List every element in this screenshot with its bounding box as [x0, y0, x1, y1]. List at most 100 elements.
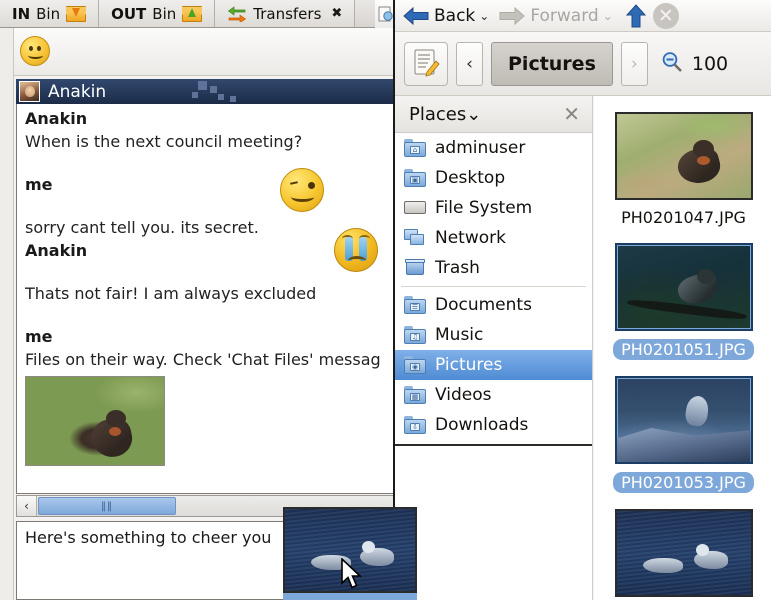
chat-message: me sorry cant tell you. its secret.: [25, 168, 389, 240]
file-list[interactable]: PH0201047.JPG PH0201051.JPG PH0201053.JP…: [594, 96, 771, 600]
drag-target-highlight: [283, 593, 417, 600]
scrollbar-thumb[interactable]: ‖‖: [38, 497, 176, 515]
chat-message: Anakin Thats not fair! I am always exclu…: [25, 228, 389, 306]
file-item[interactable]: [594, 493, 771, 597]
zoom-out-icon[interactable]: [660, 50, 684, 78]
sidebar-item-network[interactable]: Network: [395, 223, 592, 253]
message-text: Thats not fair! I am always excluded: [25, 284, 317, 303]
sidebar-bottom-border: [395, 444, 592, 446]
chat-window-left-border: [0, 28, 14, 600]
file-thumbnail[interactable]: [614, 112, 753, 200]
breadcrumb-pictures[interactable]: Pictures: [491, 41, 613, 86]
documents-folder-icon: ☰: [404, 296, 426, 314]
insert-emoticon-button[interactable]: [20, 36, 52, 68]
music-folder-icon: ♫: [404, 326, 426, 344]
chevron-down-icon: ⌄: [466, 103, 482, 125]
header-decoration: [198, 81, 207, 90]
sidebar-item-label: Desktop: [435, 168, 506, 188]
outbox-envelope-icon: [182, 5, 203, 22]
sidebar-item-label: Trash: [435, 258, 480, 278]
places-title[interactable]: Places⌄: [409, 104, 481, 125]
sidebar-divider: [401, 286, 586, 287]
back-arrow-icon: [403, 6, 429, 26]
file-item[interactable]: PH0201047.JPG: [594, 96, 771, 227]
sidebar-item-videos[interactable]: ▦ Videos: [395, 380, 592, 410]
sidebar-item-documents[interactable]: ☰ Documents: [395, 290, 592, 320]
sidebar-item-trash[interactable]: Trash: [395, 253, 592, 283]
trash-icon: [404, 259, 426, 277]
sidebar-item-label: Pictures: [435, 355, 503, 375]
tab-out-bin-bold: OUT: [111, 4, 147, 23]
forward-button[interactable]: Forward: [499, 5, 599, 26]
sidebar-item-pictures[interactable]: ◉ Pictures: [395, 350, 592, 380]
sidebar-item-adminuser[interactable]: ⌂ adminuser: [395, 133, 592, 163]
sidebar-item-label: File System: [435, 198, 533, 218]
file-item[interactable]: PH0201051.JPG: [594, 227, 771, 360]
file-name: PH0201047.JPG: [621, 208, 746, 227]
scroll-left-button[interactable]: ‹: [17, 496, 37, 516]
close-window-button[interactable]: ✕: [652, 2, 679, 29]
message-text: When is the next council meeting?: [25, 132, 303, 151]
zoom-level-value: 100: [691, 52, 729, 75]
places-close-icon[interactable]: ✕: [563, 102, 580, 126]
sidebar-item-music[interactable]: ♫ Music: [395, 320, 592, 350]
network-icon: [404, 229, 426, 247]
places-sidebar: Places⌄ ✕ ⌂ adminuser ▣ Desktop File Sys…: [395, 96, 593, 600]
header-decoration: [230, 96, 236, 102]
smiley-icon: [20, 36, 50, 66]
file-name: PH0201053.JPG: [613, 472, 754, 493]
file-manager-window: Back ⌄ Forward ⌄ ✕ ‹ Pictures › 100 Plac…: [393, 0, 771, 600]
tab-out-bin-label: Bin: [152, 4, 177, 23]
places-title-text: Places: [409, 103, 467, 125]
tab-in-bin-label: Bin: [36, 4, 61, 23]
wink-emoji-icon: [280, 168, 324, 212]
back-label: Back: [434, 5, 476, 26]
bird-photo-thumbnail[interactable]: [25, 376, 165, 466]
chat-message-log[interactable]: Anakin When is the next council meeting?…: [16, 104, 396, 494]
message-author: me: [25, 175, 53, 194]
header-decoration: [218, 94, 224, 100]
crying-emoji-icon: [334, 228, 378, 272]
file-name: PH0201051.JPG: [613, 339, 754, 360]
file-thumbnail[interactable]: [614, 243, 753, 331]
desktop-folder-icon: ▣: [404, 169, 426, 187]
conversation-header: Anakin: [16, 79, 396, 104]
sidebar-item-downloads[interactable]: ⇩ Downloads: [395, 410, 592, 440]
path-previous-button[interactable]: ‹: [456, 41, 483, 86]
home-folder-icon: ⌂: [404, 139, 426, 157]
forward-label: Forward: [530, 5, 599, 26]
contact-avatar: [19, 81, 40, 102]
conversation-contact-name: Anakin: [48, 81, 107, 102]
file-item[interactable]: PH0201053.JPG: [594, 360, 771, 493]
forward-arrow-icon: [499, 6, 526, 26]
tab-out-bin[interactable]: OUT Bin: [99, 0, 216, 27]
sidebar-item-desktop[interactable]: ▣ Desktop: [395, 163, 592, 193]
sidebar-item-label: Documents: [435, 295, 532, 315]
path-next-button[interactable]: ›: [620, 41, 648, 86]
file-thumbnail[interactable]: [614, 509, 753, 597]
tab-in-bin[interactable]: IN Bin: [0, 0, 100, 27]
message-text: Files on their way. Check 'Chat Files' m…: [25, 350, 381, 369]
back-history-chevron-icon[interactable]: ⌄: [479, 9, 489, 23]
zoom-control: 100: [660, 50, 728, 78]
sidebar-item-file-system[interactable]: File System: [395, 193, 592, 223]
pictures-folder-icon: ◉: [404, 356, 426, 374]
tab-transfers[interactable]: Transfers ✖: [215, 0, 356, 27]
message-author: Anakin: [25, 109, 88, 128]
back-button[interactable]: Back: [403, 6, 475, 26]
tab-transfers-close-icon[interactable]: ✖: [331, 6, 342, 21]
document-icon: [378, 6, 393, 21]
inbox-envelope-icon: [66, 5, 87, 22]
transfers-arrows-icon: [227, 5, 247, 23]
go-up-icon[interactable]: [625, 3, 647, 28]
file-thumbnail[interactable]: [614, 376, 753, 464]
places-header: Places⌄ ✕: [395, 96, 592, 133]
forward-history-chevron-icon[interactable]: ⌄: [603, 9, 613, 23]
chat-message: Anakin When is the next council meeting?: [25, 108, 389, 154]
dragged-image-ghost[interactable]: [283, 507, 417, 593]
edit-location-button[interactable]: [404, 41, 448, 86]
sidebar-item-label: Videos: [435, 385, 492, 405]
